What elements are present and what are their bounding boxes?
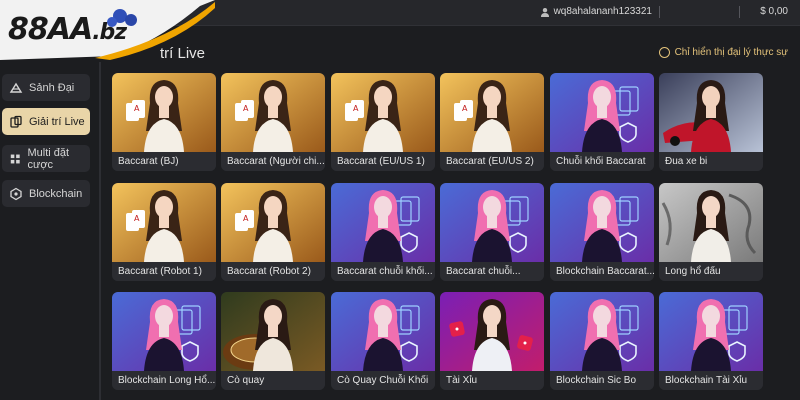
- game-title: Blockchain Sic Bo: [550, 371, 654, 390]
- game-title: Blockchain Baccarat...: [550, 262, 654, 281]
- game-title: Baccarat (Robot 2): [221, 262, 325, 281]
- game-title: Baccarat (BJ): [112, 152, 216, 171]
- game-tile[interactable]: A Baccarat (EU/US 1): [331, 73, 435, 171]
- svg-text:A: A: [462, 104, 468, 113]
- game-title: Baccarat (Người chi...: [221, 152, 325, 171]
- user-icon: [540, 7, 549, 17]
- game-title: Blockchain Long Hổ...: [112, 371, 216, 390]
- game-tile[interactable]: Baccarat chuỗi...: [440, 183, 544, 281]
- game-thumbnail: [550, 73, 654, 152]
- game-tile[interactable]: A Baccarat (Người chi...: [221, 73, 325, 171]
- game-title: Đua xe bi: [659, 152, 763, 171]
- game-tile[interactable]: Đua xe bi: [659, 73, 763, 171]
- game-title: Cò quay: [221, 371, 325, 390]
- sidebar-item-blockchain[interactable]: Blockchain: [2, 180, 90, 207]
- divider: [739, 6, 740, 18]
- game-title: Long hổ đấu: [659, 262, 763, 281]
- game-thumbnail: [659, 292, 763, 371]
- game-tile[interactable]: Cò Quay Chuỗi Khối: [331, 292, 435, 390]
- game-tile[interactable]: A Baccarat (EU/US 2): [440, 73, 544, 171]
- svg-text:A: A: [134, 214, 140, 223]
- blockchain-icon: [10, 187, 22, 200]
- sidebar-item-multi-bet[interactable]: Multi đặt cược: [2, 145, 90, 172]
- svg-text:A: A: [243, 104, 249, 113]
- game-title: Tài Xỉu: [440, 371, 544, 390]
- game-thumbnail: A: [221, 183, 325, 262]
- game-thumbnail: [221, 292, 325, 371]
- game-thumbnail: A: [112, 73, 216, 152]
- game-title: Baccarat chuỗi khối...: [331, 262, 435, 281]
- sidebar: Sảnh Đại Giải trí Live Multi đặt cược Bl…: [0, 62, 100, 400]
- game-title: Blockchain Tài Xỉu: [659, 371, 763, 390]
- svg-text:A: A: [243, 214, 249, 223]
- game-thumbnail: A: [112, 183, 216, 262]
- game-title: Baccarat chuỗi...: [440, 262, 544, 281]
- game-tile[interactable]: Blockchain Long Hổ...: [112, 292, 216, 390]
- lobby-icon: [9, 82, 23, 93]
- game-tile[interactable]: Cò quay: [221, 292, 325, 390]
- sidebar-divider: [99, 62, 101, 400]
- game-thumbnail: [440, 183, 544, 262]
- sidebar-item-label: Giải trí Live: [29, 115, 85, 128]
- game-tile[interactable]: Blockchain Sic Bo: [550, 292, 654, 390]
- sidebar-item-live-casino[interactable]: Giải trí Live: [2, 108, 90, 135]
- game-tile[interactable]: A Baccarat (BJ): [112, 73, 216, 171]
- section-title: trí Live: [160, 45, 206, 62]
- logo-text: 88AA.bz: [8, 12, 127, 47]
- game-thumbnail: A: [331, 73, 435, 152]
- sidebar-item-lobby[interactable]: Sảnh Đại: [2, 74, 90, 101]
- game-tile[interactable]: Tài Xỉu: [440, 292, 544, 390]
- user-account[interactable]: wq8ahalananh123321: [540, 6, 652, 17]
- game-title: Cò Quay Chuỗi Khối: [331, 371, 435, 390]
- game-thumbnail: [331, 292, 435, 371]
- radio-icon[interactable]: [658, 47, 670, 58]
- game-title: Baccarat (Robot 1): [112, 262, 216, 281]
- game-tile[interactable]: Blockchain Tài Xỉu: [659, 292, 763, 390]
- sidebar-item-label: Sảnh Đại: [29, 81, 75, 94]
- svg-text:A: A: [134, 104, 140, 113]
- game-thumbnail: A: [440, 73, 544, 152]
- game-tile[interactable]: Baccarat chuỗi khối...: [331, 183, 435, 281]
- game-thumbnail: [440, 292, 544, 371]
- game-thumbnail: [331, 183, 435, 262]
- game-thumbnail: [659, 183, 763, 262]
- game-thumbnail: [550, 292, 654, 371]
- game-thumbnail: [659, 73, 763, 152]
- username: wq8ahalananh123321: [553, 6, 652, 17]
- game-tile[interactable]: Long hổ đấu: [659, 183, 763, 281]
- game-tile[interactable]: Chuỗi khối Baccarat: [550, 73, 654, 171]
- game-title: Baccarat (EU/US 2): [440, 152, 544, 171]
- real-agent-filter[interactable]: Chỉ hiển thị đại lý thực sự: [658, 47, 788, 58]
- grid-icon: [10, 154, 20, 163]
- game-title: Baccarat (EU/US 1): [331, 152, 435, 171]
- game-thumbnail: [112, 292, 216, 371]
- filter-label: Chỉ hiển thị đại lý thực sự: [674, 47, 788, 58]
- cards-icon: [10, 115, 22, 128]
- game-thumbnail: [550, 183, 654, 262]
- divider: [659, 6, 660, 18]
- game-title: Chuỗi khối Baccarat: [550, 152, 654, 171]
- balance: $ 0,00: [760, 6, 788, 17]
- app-root: wq8ahalananh123321 $ 0,00 88AA.bz trí Li…: [0, 0, 800, 400]
- sidebar-item-label: Multi đặt cược: [27, 146, 70, 171]
- game-thumbnail: A: [221, 73, 325, 152]
- game-tile[interactable]: A Baccarat (Robot 1): [112, 183, 216, 281]
- svg-text:A: A: [353, 104, 359, 113]
- sidebar-item-label: Blockchain: [29, 187, 83, 200]
- game-tile[interactable]: Blockchain Baccarat...: [550, 183, 654, 281]
- game-tile[interactable]: A Baccarat (Robot 2): [221, 183, 325, 281]
